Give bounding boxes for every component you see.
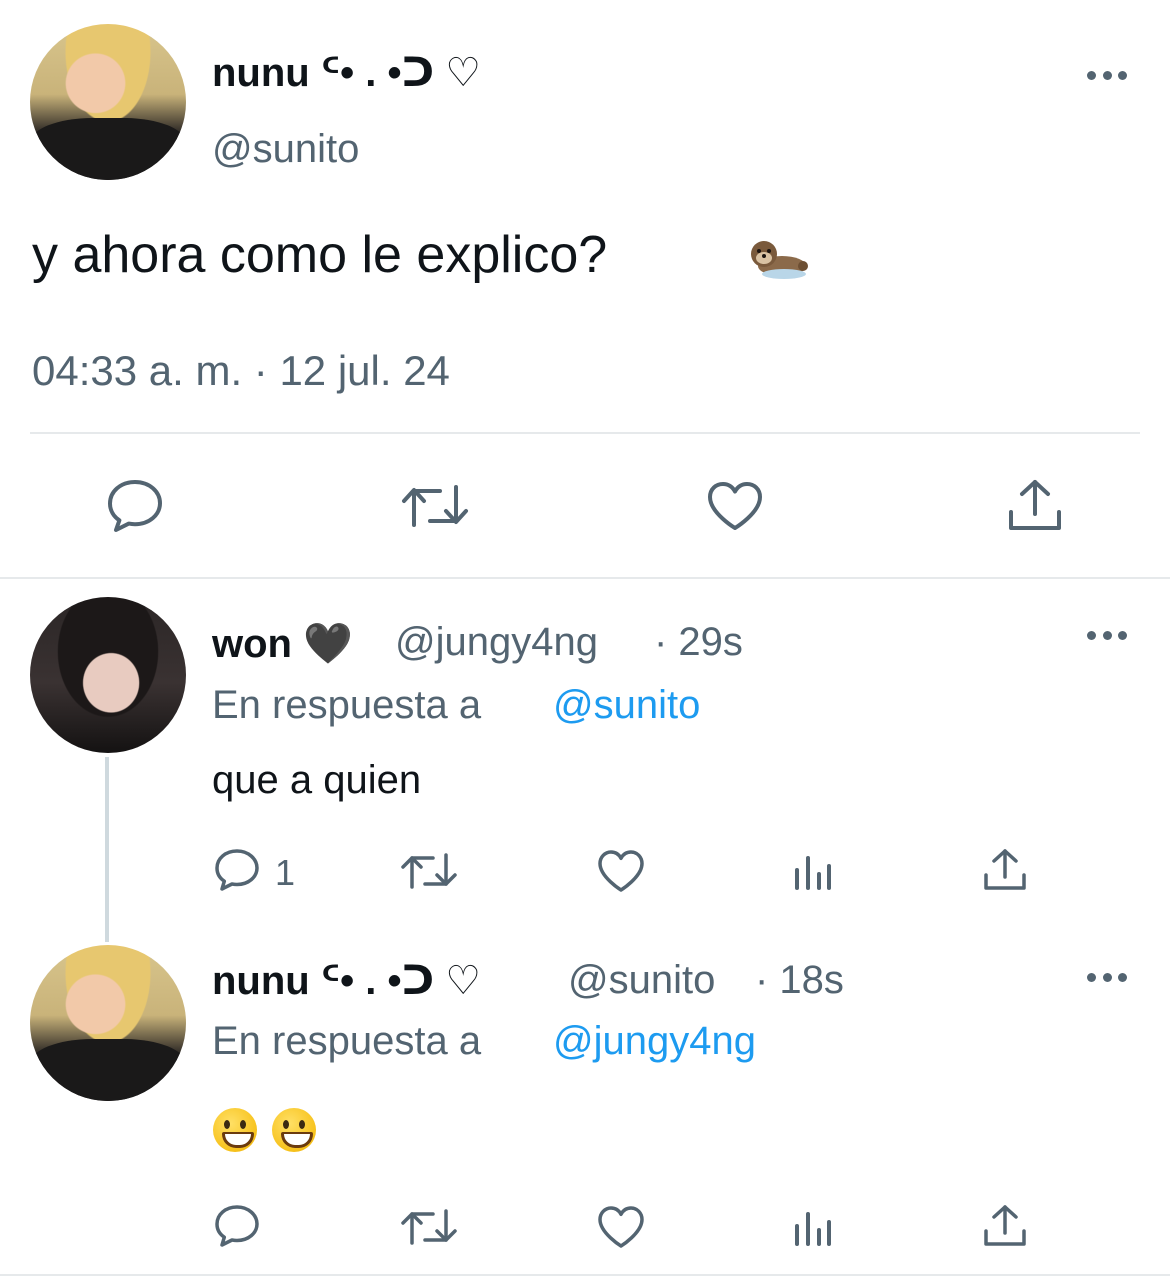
share-icon[interactable] xyxy=(982,848,1028,892)
reply-prefix: En respuesta a xyxy=(212,683,482,727)
more-icon[interactable] xyxy=(1087,629,1127,641)
more-icon[interactable] xyxy=(1087,69,1127,81)
comment-icon[interactable] xyxy=(106,478,164,534)
reply-to-link[interactable]: @jungy4ng xyxy=(553,1019,756,1064)
like-icon[interactable] xyxy=(706,480,764,532)
divider xyxy=(30,432,1140,434)
avatar-reply-author[interactable] xyxy=(30,597,186,753)
share-icon[interactable] xyxy=(982,1204,1028,1248)
retweet-icon[interactable] xyxy=(400,850,458,892)
avatar-reply-author[interactable] xyxy=(30,945,186,1101)
grinning-face-emoji xyxy=(213,1108,257,1152)
reply-age: · 29s xyxy=(654,620,743,664)
reply-to-link[interactable]: @sunito xyxy=(553,683,700,728)
share-icon[interactable] xyxy=(1006,478,1064,534)
reply-text: que a quien xyxy=(212,758,422,802)
avatar-main-author[interactable] xyxy=(30,24,186,180)
comment-icon[interactable] xyxy=(214,1204,260,1248)
views-icon[interactable] xyxy=(793,1208,833,1248)
reply-prefix: En respuesta a xyxy=(212,1019,482,1063)
reply-count: 1 xyxy=(275,852,296,893)
retweet-icon[interactable] xyxy=(400,481,470,531)
like-icon[interactable] xyxy=(597,849,645,893)
reply-author-handle[interactable]: @sunito xyxy=(568,958,715,1003)
reply-author-handle[interactable]: @jungy4ng xyxy=(395,620,598,665)
main-author-name[interactable]: nunu ᑦ• . •ᑐ ♡ xyxy=(212,50,481,96)
retweet-icon[interactable] xyxy=(400,1206,458,1248)
main-tweet-text: y ahora como le explico? xyxy=(32,226,608,284)
reply-author-name[interactable]: nunu ᑦ• . •ᑐ ♡ xyxy=(212,958,481,1004)
divider xyxy=(0,1274,1170,1276)
tweet-timestamp: 04:33 a. m. · 12 jul. 24 xyxy=(32,347,450,394)
comment-icon[interactable] xyxy=(214,848,260,892)
thread-line xyxy=(105,757,109,942)
grinning-face-emoji xyxy=(272,1108,316,1152)
main-author-handle[interactable]: @sunito xyxy=(212,127,359,172)
reply-author-name[interactable]: won 🖤 xyxy=(212,620,353,667)
like-icon[interactable] xyxy=(597,1205,645,1249)
divider xyxy=(0,577,1170,579)
reply-age: · 18s xyxy=(755,958,844,1002)
more-icon[interactable] xyxy=(1087,971,1127,983)
sea-otter-emoji xyxy=(748,236,810,282)
views-icon[interactable] xyxy=(793,852,833,892)
